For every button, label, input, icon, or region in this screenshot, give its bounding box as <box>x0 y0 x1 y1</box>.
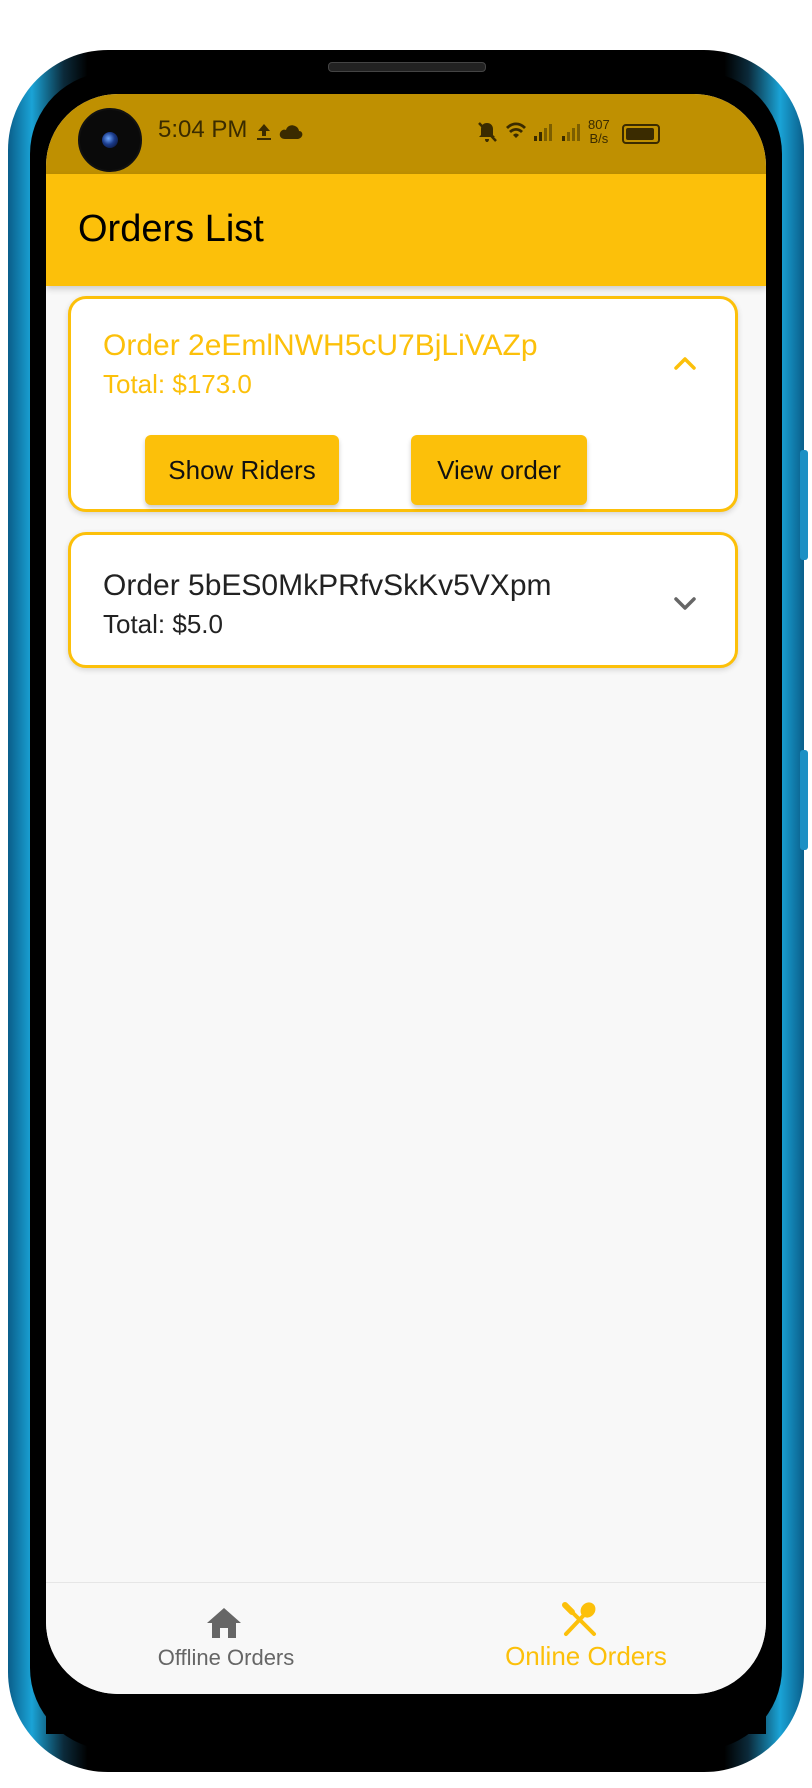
power-button <box>800 750 808 850</box>
order-title: Order 2eEmlNWH5cU7BjLiVAZp <box>103 329 538 362</box>
bottom-nav: Offline Orders Online Orders <box>46 1582 766 1694</box>
nav-label: Online Orders <box>505 1641 667 1671</box>
status-time: 5:04 PM <box>158 116 248 143</box>
wifi-icon <box>506 122 526 138</box>
view-order-button[interactable]: View order <box>411 435 587 505</box>
order-card[interactable]: Order 5bES0MkPRfvSkKv5VXpm Total: $5.0 <box>68 532 738 668</box>
home-icon <box>207 1608 241 1638</box>
dining-icon <box>562 1602 596 1636</box>
show-riders-button[interactable]: Show Riders <box>145 435 339 505</box>
chevron-up-icon[interactable] <box>671 349 699 377</box>
order-title: Order 5bES0MkPRfvSkKv5VXpm <box>103 569 552 602</box>
screen: 5:04 PM 807 B/s Orders List Order 2eEmlN… <box>46 94 766 1694</box>
order-card[interactable]: Order 2eEmlNWH5cU7BjLiVAZp Total: $173.0… <box>68 296 738 512</box>
nav-online-orders[interactable]: Online Orders <box>406 1583 766 1694</box>
signal-icon <box>562 124 580 141</box>
upload-icon <box>257 124 271 140</box>
bell-off-icon <box>478 122 497 142</box>
volume-button <box>800 450 808 560</box>
nav-offline-orders[interactable]: Offline Orders <box>46 1583 406 1694</box>
order-total: Total: $173.0 <box>103 369 252 399</box>
phone-chin <box>46 1694 766 1734</box>
status-bar: 5:04 PM 807 B/s <box>46 94 766 174</box>
app-bar: Orders List <box>46 174 766 286</box>
page-title: Orders List <box>78 208 264 250</box>
cloud-icon <box>279 125 303 139</box>
network-speed: 807 B/s <box>588 117 610 146</box>
nav-label: Offline Orders <box>157 1645 295 1670</box>
earpiece-speaker <box>328 62 486 72</box>
order-total: Total: $5.0 <box>103 609 223 639</box>
chevron-down-icon[interactable] <box>671 589 699 617</box>
front-camera <box>78 108 142 172</box>
battery-icon <box>622 124 660 144</box>
signal-icon <box>534 124 552 141</box>
